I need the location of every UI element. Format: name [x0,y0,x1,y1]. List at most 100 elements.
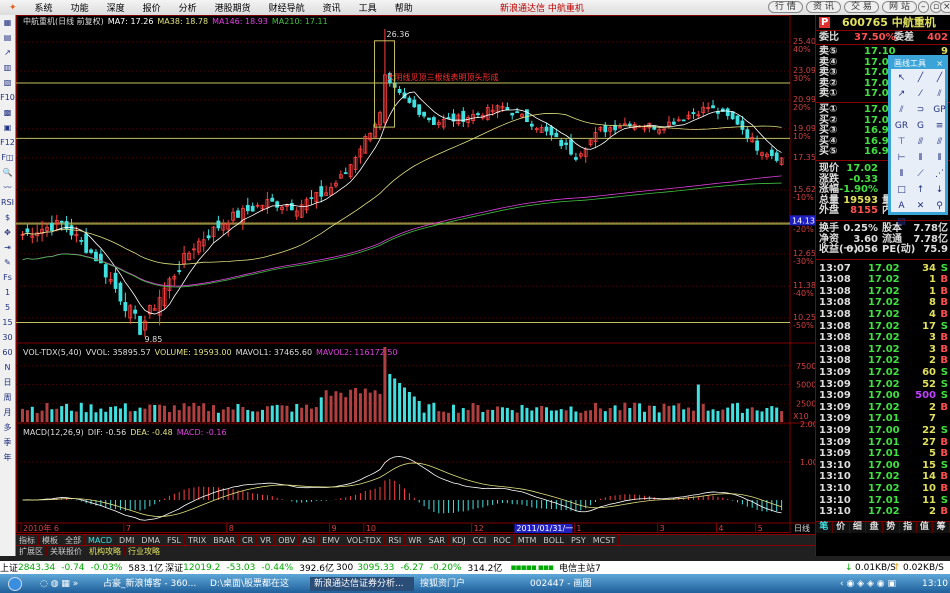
left-tool-button[interactable]: 30 [0,330,15,345]
menu-item[interactable]: 报价 [143,1,161,14]
menu-item[interactable]: 港股期货 [215,1,251,14]
left-tool-button[interactable]: 周 [0,390,15,405]
left-tool-button[interactable]: ▦ [0,15,15,30]
trade-view-tab[interactable]: 指 [900,521,917,533]
draw-tool-button[interactable]: ⦀ [931,151,948,165]
indicator-tab[interactable]: BOLL [540,535,568,545]
kline-chart[interactable]: 25.4040%23.0930%20.9920%19.0910%17.3515.… [16,15,816,533]
draw-tool-button[interactable]: ╱ [912,71,929,85]
tray-icons[interactable]: ‹ ◉ ◈ ◈ ◉ ▣ [840,577,896,591]
trade-view-tab[interactable]: 细 [850,521,867,533]
indicator-tab[interactable]: OBV [275,535,300,545]
left-tool-button[interactable]: 日 [0,375,15,390]
trade-view-tab[interactable]: 笔 [816,521,833,533]
draw-tool-button[interactable]: ⋰ [931,167,948,181]
indicator-tab[interactable]: ROC [490,535,515,545]
indicator-tab[interactable]: EMV [319,535,344,545]
indicator-tab[interactable]: SAR [426,535,449,545]
draw-tool-button[interactable]: ↗ [893,87,910,101]
left-tool-button[interactable]: F12 [0,135,15,150]
draw-tool-button[interactable]: ↓ [931,183,948,197]
draw-tool-button[interactable]: G [912,119,929,133]
indicator-tab[interactable]: WR [405,535,426,545]
indicator-tab[interactable]: ASI [299,535,320,545]
draw-tool-button[interactable]: GR [893,119,910,133]
server-station[interactable]: 电信主站7 [559,561,601,574]
draw-tool-button[interactable]: ⦀ [912,151,929,165]
draw-tool-button[interactable]: ⊤ [893,135,910,149]
draw-tool-button[interactable]: ⊃ [912,103,929,117]
quotes-button[interactable]: 行 情 [768,1,803,13]
left-tool-button[interactable]: 1 [0,285,15,300]
draw-tool-button[interactable]: A [893,199,910,213]
left-tool-button[interactable]: ▩ [0,105,15,120]
left-tool-button[interactable]: Fs [0,270,15,285]
extension-tab[interactable]: 扩展区 [16,546,47,556]
indicator-tab[interactable]: KDJ [449,535,470,545]
left-tool-button[interactable]: ▧ [0,75,15,90]
trade-view-tab[interactable]: 价 [833,521,850,533]
taskbar-item[interactable]: 002447 - 画图 [530,577,591,591]
menu-item[interactable]: 资讯 [323,1,341,14]
draw-tool-button[interactable]: ↖ [893,71,910,85]
indicator-tab[interactable]: 全部 [62,535,85,545]
menu-item[interactable]: 深度 [107,1,125,14]
menu-item[interactable]: 财经导航 [269,1,305,14]
left-tool-button[interactable]: 〰 [0,180,15,195]
left-tool-button[interactable]: 季 [0,435,15,450]
menu-item[interactable]: 系统 [35,1,53,14]
left-tool-button[interactable]: RSI [0,195,15,210]
indicator-tab[interactable]: DMI [116,535,139,545]
indicator-tab[interactable]: VOL-TDX [344,535,386,545]
trade-view-tab[interactable]: 势 [883,521,900,533]
quick-launch-icon[interactable]: ◌ ◍ ▦ » [40,577,78,591]
left-tool-button[interactable]: 月 [0,405,15,420]
left-tool-button[interactable]: 年 [0,450,15,465]
indicator-tab[interactable]: CCI [470,535,491,545]
menu-item[interactable]: 分析 [179,1,197,14]
draw-tool-button[interactable]: ⦀ [893,167,910,181]
extension-tab[interactable]: 行业攻略 [125,546,164,556]
draw-tool-button[interactable]: ✕ [912,199,929,213]
draw-tool-button[interactable]: ⟋ [912,167,929,181]
left-tool-button[interactable]: F◫ [0,150,15,165]
left-tool-button[interactable]: 🔍 [0,165,15,180]
indicator-tab[interactable]: VR [257,535,276,545]
draw-tool-button[interactable]: ⊢ [893,151,910,165]
trade-view-tab[interactable]: 值 [917,521,934,533]
left-tool-button[interactable]: 60 [0,345,15,360]
taskbar-item[interactable]: 搜狐资门户 [420,577,465,591]
left-tool-button[interactable]: F10 [0,90,15,105]
left-tool-button[interactable]: ⇥ [0,240,15,255]
left-tool-button[interactable]: 5 [0,300,15,315]
indicator-tab[interactable]: 指标 [16,535,39,545]
taskbar-item[interactable]: D:\桌面\股票都在这 [210,577,289,591]
news-button[interactable]: 资 讯 [806,1,841,13]
menu-item[interactable]: 帮助 [395,1,413,14]
minimize-icon[interactable]: – [918,1,929,13]
website-button[interactable]: 网 站 [882,1,917,13]
indicator-tab[interactable]: FSL [164,535,185,545]
indicator-tab[interactable]: TRIX [185,535,211,545]
draw-tool-button[interactable]: ⫽ [931,87,948,101]
draw-tool-button[interactable]: □ [893,183,910,197]
left-tool-button[interactable]: ▤ [0,30,15,45]
indicator-tab[interactable]: CR [239,535,258,545]
left-tool-button[interactable]: ✎ [0,255,15,270]
left-tool-button[interactable]: 多 [0,420,15,435]
left-tool-button[interactable]: ▥ [0,60,15,75]
indicator-tab[interactable]: MTM [515,535,541,545]
indicator-tab[interactable]: MCST [590,535,620,545]
left-tool-button[interactable]: ✥ [0,225,15,240]
left-tool-button[interactable]: 15 [0,315,15,330]
draw-tool-button[interactable]: ≡ [931,119,948,133]
left-tool-button[interactable]: ▣ [0,120,15,135]
draw-tool-button[interactable]: ⁄ [912,87,929,101]
left-tool-button[interactable]: $ [0,210,15,225]
trade-button[interactable]: 交 易 [844,1,879,13]
taskbar-item[interactable]: 占豪_新浪博客 - 360... [103,577,196,591]
draw-tool-button[interactable]: ▤ [893,215,910,229]
menu-item[interactable]: 工具 [359,1,377,14]
left-tool-button[interactable]: N [0,360,15,375]
extension-tab[interactable]: 机构攻略 [86,546,125,556]
